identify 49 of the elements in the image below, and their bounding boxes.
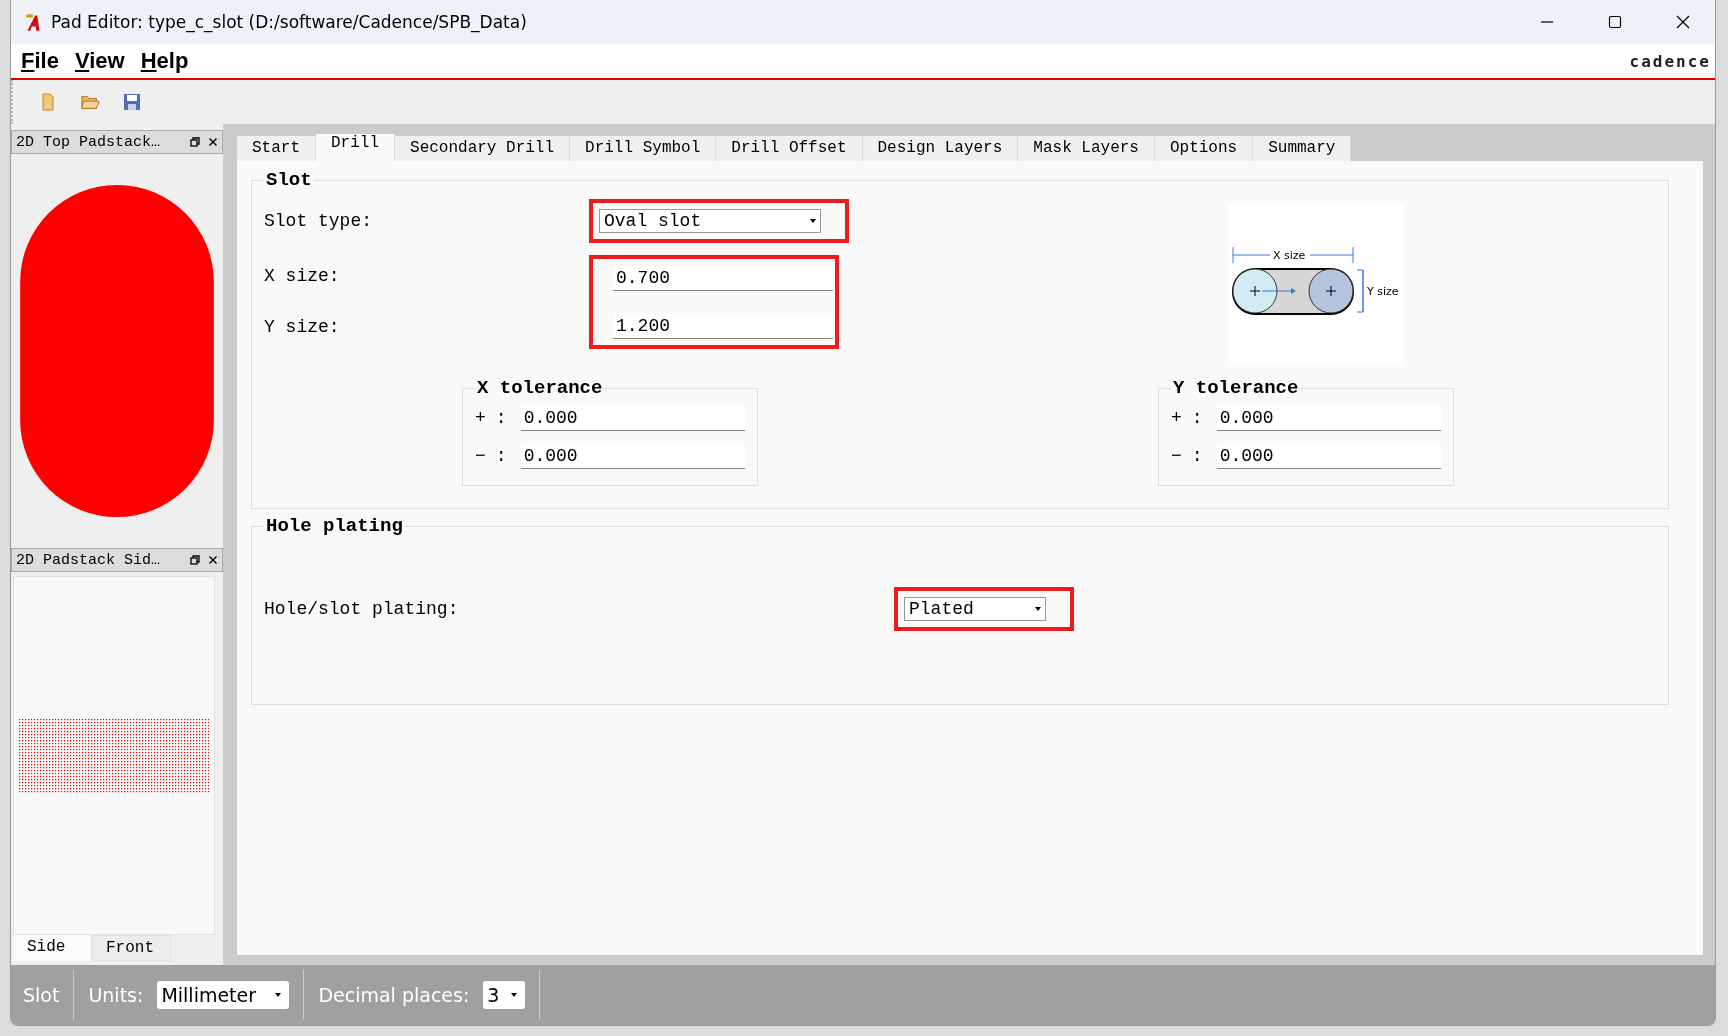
decimal-places-dropdown[interactable]: 3 [483,981,526,1009]
sign-label: − [475,446,486,466]
field-label: Slot type: [264,211,374,231]
x-size-field[interactable]: 0.700 [613,265,833,291]
tab[interactable]: Drill Symbol [570,136,717,161]
panel-title: 2D Top Padstack… [16,133,161,151]
window-title: Pad Editor: type_c_slot (D:/software/Cadence/SPB_Data) [51,12,527,32]
colon-label: : [1191,408,1203,428]
field-label: Hole/slot plating: [264,599,460,619]
menu-item[interactable]: File [21,48,59,74]
y-size-field[interactable]: 1.200 [613,313,833,339]
view-tab[interactable]: Side [13,935,91,961]
tab[interactable]: Options [1154,136,1254,161]
brand-logo: cadence [1629,51,1711,71]
menu-item[interactable]: Help [140,48,189,74]
group-title: Hole plating [265,515,404,537]
decimal-places-label: Decimal places: [318,984,470,1006]
units-dropdown[interactable]: Millimeter [157,981,290,1009]
panel-title: 2D Padstack Sid… [16,551,161,569]
tab[interactable]: Design Layers [862,136,1019,161]
tab[interactable]: Start [237,136,316,161]
view-tab[interactable]: Front [91,935,171,961]
tab[interactable]: Mask Layers [1018,136,1155,161]
units-label: Units: [88,984,144,1006]
sign-label: − [1171,446,1182,466]
tolerance-field[interactable]: 0.000 [1216,443,1441,469]
diagram-label: Y size [1367,285,1399,298]
sign-label: + [475,408,486,428]
colon-label: : [1191,446,1203,466]
tab[interactable]: Drill Offset [716,136,863,161]
tab[interactable]: Summary [1253,136,1352,161]
group-title: Slot [265,169,313,191]
slot-type-dropdown[interactable]: Oval slot [599,209,821,233]
diagram-label: X size [1273,249,1306,262]
menu-item[interactable]: View [74,48,125,74]
tolerance-field[interactable]: 0.000 [520,443,745,469]
tolerance-field[interactable]: 0.000 [1216,405,1441,431]
colon-label: : [495,408,507,428]
colon-label: : [495,446,507,466]
tab[interactable]: Secondary Drill [395,136,571,161]
field-label: X size: [264,266,341,286]
group-title: X tolerance [476,377,604,399]
group-title: Y tolerance [1172,377,1300,399]
plating-dropdown[interactable]: Plated [904,597,1046,621]
tolerance-field[interactable]: 0.000 [520,405,745,431]
tab[interactable]: Drill [316,134,396,161]
field-label: Y size: [264,317,341,337]
sign-label: + [1171,408,1182,428]
mode-label: Slot [23,984,60,1006]
